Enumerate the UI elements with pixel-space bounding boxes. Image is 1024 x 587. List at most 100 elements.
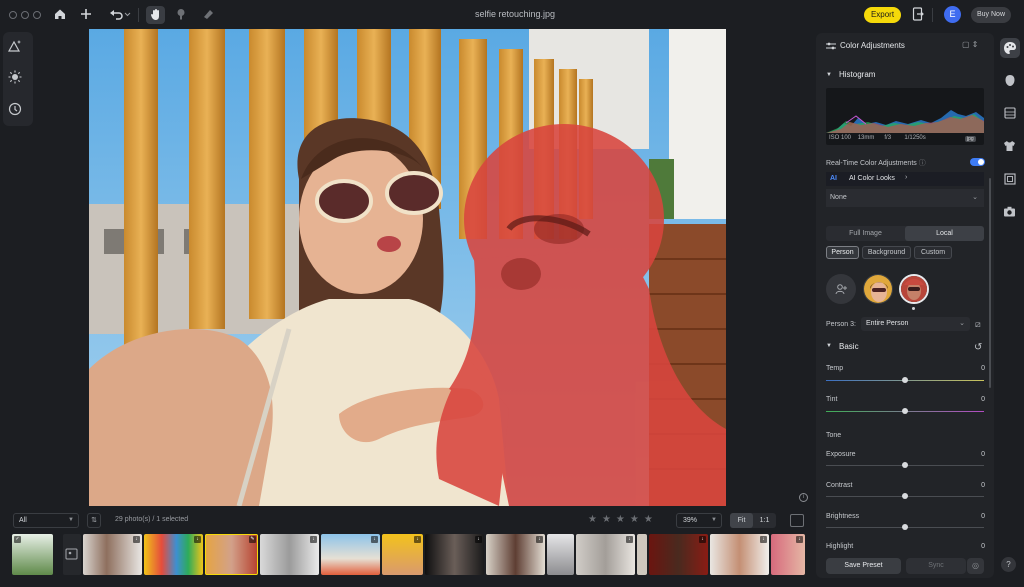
plus-icon[interactable] <box>79 8 93 22</box>
sort-button[interactable]: ⇅ <box>87 513 101 528</box>
download-icon: ↓ <box>414 536 421 543</box>
clothing-icon[interactable] <box>1002 140 1017 155</box>
save-preset-button[interactable]: Save Preset <box>826 558 901 574</box>
look-value: None <box>830 194 847 201</box>
ai-color-looks-button[interactable]: AI AI Color Looks › <box>826 172 984 186</box>
photo-canvas[interactable] <box>89 29 726 506</box>
slider-value-exposure: 0 <box>981 451 985 458</box>
collapse-triangle-icon[interactable]: ▼ <box>826 72 832 78</box>
history-icon[interactable] <box>7 102 23 118</box>
import-photo-button[interactable] <box>63 534 81 575</box>
thumbnail[interactable]: ↓ <box>144 534 203 575</box>
tab-local[interactable]: Local <box>905 226 984 241</box>
chevron-down-icon: ▼ <box>711 517 717 523</box>
chevron-down-icon: ⌄ <box>972 194 978 201</box>
tint-slider-knob[interactable] <box>902 408 908 414</box>
exif-focal: 13mm <box>857 135 875 141</box>
sync-button[interactable]: Sync <box>906 558 966 574</box>
brush-edit-icon[interactable]: ⧄ <box>975 319 981 330</box>
thumbnail[interactable]: ↓ <box>710 534 769 575</box>
buy-now-button[interactable]: Buy Now <box>971 7 1011 23</box>
thumbnail[interactable]: ↓ <box>649 534 708 575</box>
eraser-icon[interactable] <box>201 8 215 22</box>
window-minimize-button[interactable] <box>21 11 29 19</box>
help-button[interactable]: ? <box>1001 557 1016 572</box>
chevron-down-icon: ⌄ <box>959 320 965 327</box>
thumbnail[interactable]: ↓ <box>425 534 484 575</box>
ai-badge: AI <box>830 175 837 182</box>
download-icon: ↓ <box>796 536 803 543</box>
camera-icon[interactable] <box>1002 206 1017 221</box>
chip-background[interactable]: Background <box>862 246 911 259</box>
basic-section-title: Basic <box>839 342 859 351</box>
realtime-toggle[interactable] <box>970 158 985 166</box>
ai-enhance-icon[interactable] <box>7 39 23 55</box>
one-to-one-button[interactable]: 1:1 <box>753 513 776 528</box>
edit-icon: ✎ <box>249 536 256 543</box>
fit-button[interactable]: Fit <box>730 513 753 528</box>
reset-icon[interactable]: ↺ <box>974 342 982 353</box>
collapse-triangle-icon[interactable]: ▼ <box>826 343 832 349</box>
download-icon: ↓ <box>699 536 706 543</box>
panel-toggle-icon[interactable] <box>790 514 804 527</box>
mask-brush-icon[interactable] <box>174 8 188 22</box>
thumbnail[interactable]: ↓ <box>83 534 142 575</box>
thumbnail[interactable] <box>637 534 647 575</box>
portrait-icon[interactable] <box>1002 74 1017 89</box>
crop-icon[interactable] <box>1002 173 1017 188</box>
person-face-3-selected[interactable] <box>899 274 929 304</box>
thumbnail[interactable]: ↓ <box>321 534 380 575</box>
slider-label-highlight: Highlight <box>826 543 854 550</box>
home-icon[interactable] <box>53 8 67 22</box>
thumbnail[interactable]: ↓ <box>260 534 319 575</box>
thumbnail[interactable]: ↓ <box>771 534 805 575</box>
person-label: Person 3: <box>826 321 856 328</box>
realtime-text: Real-Time Color Adjustments <box>826 160 917 167</box>
window-maximize-button[interactable] <box>33 11 41 19</box>
look-dropdown[interactable]: None ⌄ <box>826 189 984 207</box>
scope-tabs: Full Image Local <box>826 226 984 241</box>
share-icon[interactable] <box>911 7 925 21</box>
slider-value-highlight: 0 <box>981 543 985 550</box>
slider-value-brightness: 0 <box>981 513 985 520</box>
chip-custom[interactable]: Custom <box>914 246 952 259</box>
adjust-sun-icon[interactable] <box>7 70 23 86</box>
filter-dropdown[interactable]: All ▼ <box>13 513 79 528</box>
window-close-button[interactable] <box>9 11 17 19</box>
export-button[interactable]: Export <box>864 7 901 23</box>
undo-icon[interactable] <box>109 8 131 22</box>
background-icon[interactable] <box>1002 107 1017 122</box>
exif-aperture: f/3 <box>884 135 892 141</box>
thumbnail-selected[interactable]: ✎ <box>205 534 258 575</box>
exposure-slider-knob[interactable] <box>902 462 908 468</box>
person-scope-dropdown[interactable]: Entire Person ⌄ <box>861 317 970 331</box>
chip-person[interactable]: Person <box>826 246 859 259</box>
panel-layout-icon[interactable]: ▢ ⇕ <box>962 40 978 49</box>
thumbnail[interactable] <box>547 534 574 575</box>
add-person-button[interactable] <box>826 274 856 304</box>
slider-label-temp: Temp <box>826 365 844 372</box>
thumbnail[interactable]: ↓ <box>486 534 545 575</box>
info-icon[interactable]: i <box>799 493 808 502</box>
person-face-1[interactable] <box>863 274 893 304</box>
sliders-icon <box>826 41 836 51</box>
temp-slider-knob[interactable] <box>902 377 908 383</box>
download-icon: ↓ <box>371 536 378 543</box>
brightness-slider-knob[interactable] <box>902 524 908 530</box>
palette-icon[interactable] <box>1002 41 1017 56</box>
slider-label-tint: Tint <box>826 396 838 403</box>
thumbnail[interactable]: ↓ <box>382 534 423 575</box>
thumbnail[interactable]: ↓ <box>576 534 635 575</box>
user-avatar[interactable]: E <box>944 6 961 23</box>
contrast-slider-knob[interactable] <box>902 493 908 499</box>
download-icon: ↓ <box>310 536 317 543</box>
tab-full-image[interactable]: Full Image <box>826 226 905 241</box>
panel-scrollbar[interactable] <box>989 178 991 388</box>
slider-value-tint: 0 <box>981 396 985 403</box>
sync-options-icon[interactable]: ◎ <box>967 558 984 574</box>
thumbnail[interactable]: ✓ <box>12 534 53 575</box>
hand-icon <box>149 8 163 22</box>
ai-color-looks-label: AI Color Looks <box>849 175 895 182</box>
rating-stars[interactable]: ★★★★★ <box>588 514 658 525</box>
zoom-dropdown[interactable]: 39% ▼ <box>676 513 722 528</box>
